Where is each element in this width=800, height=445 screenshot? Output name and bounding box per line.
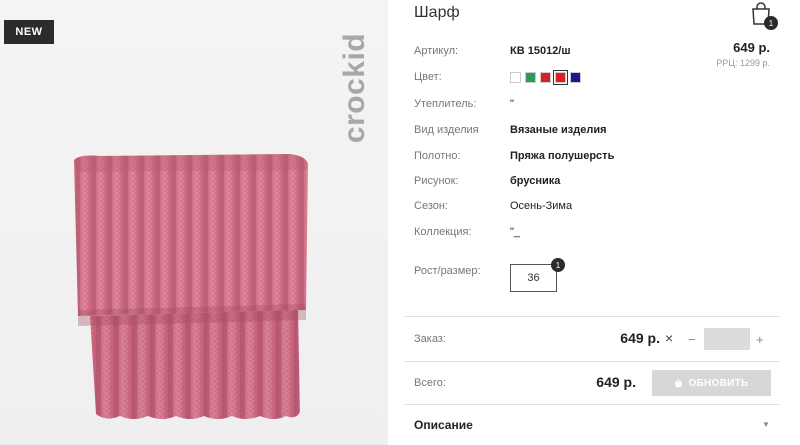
brand-logo-text: crockid	[338, 32, 371, 144]
new-badge: NEW	[4, 20, 54, 44]
size-option-36[interactable]: 36	[510, 264, 557, 292]
product-title: Шарф	[414, 4, 460, 21]
color-swatch-red-selected[interactable]	[553, 70, 568, 85]
decrease-quantity-button[interactable]: −	[688, 332, 696, 347]
product-image: NEW crockid	[0, 0, 388, 445]
basket-icon	[675, 378, 683, 387]
product-type-value: Вязаные изделия	[510, 124, 607, 136]
article-value: КВ 15012/ш	[510, 45, 571, 57]
fabric-label: Полотно:	[414, 150, 461, 162]
fabric-value: Пряжа полушерсть	[510, 150, 615, 162]
total-price: 649 р.	[596, 374, 636, 390]
article-label: Артикул:	[414, 45, 459, 57]
color-swatch-navy[interactable]	[570, 72, 581, 83]
divider	[404, 404, 780, 405]
increase-quantity-button[interactable]: +	[756, 332, 764, 347]
brand-logo: crockid	[338, 18, 372, 158]
pattern-label: Рисунок:	[414, 175, 459, 187]
cart-button[interactable]: 1	[750, 2, 778, 30]
color-swatches	[510, 70, 581, 85]
order-label: Заказ:	[414, 333, 446, 345]
product-type-label: Вид изделия	[414, 124, 479, 136]
update-button-label: ОБНОВИТЬ	[688, 377, 749, 389]
scarf-illustration	[74, 154, 308, 419]
divider	[404, 316, 780, 317]
rrp-price: РРЦ: 1299 р.	[716, 58, 770, 68]
pattern-value: брусника	[510, 175, 561, 187]
size-label: Рост/размер:	[414, 265, 481, 277]
order-price: 649 р.	[620, 330, 660, 346]
description-toggle[interactable]: Описание	[414, 418, 473, 432]
color-label: Цвет:	[414, 71, 442, 83]
product-price: 649 р.	[733, 40, 770, 55]
divider	[404, 361, 780, 362]
quantity-input[interactable]	[704, 328, 750, 350]
insulation-value: "	[510, 98, 514, 110]
season-label: Сезон:	[414, 200, 448, 212]
total-label: Всего:	[414, 377, 446, 389]
color-swatch-white[interactable]	[510, 72, 521, 83]
insulation-label: Утеплитель:	[414, 98, 477, 110]
multiply-sign: ×	[665, 330, 674, 346]
collection-value: "_	[510, 226, 521, 238]
collection-label: Коллекция:	[414, 226, 472, 238]
chevron-down-icon[interactable]: ▼	[762, 420, 770, 429]
update-button[interactable]: ОБНОВИТЬ	[652, 370, 771, 396]
color-swatch-red[interactable]	[540, 72, 551, 83]
size-count-badge: 1	[551, 258, 565, 272]
season-value: Осень-Зима	[510, 200, 573, 212]
cart-count-badge: 1	[764, 16, 778, 30]
color-swatch-green[interactable]	[525, 72, 536, 83]
